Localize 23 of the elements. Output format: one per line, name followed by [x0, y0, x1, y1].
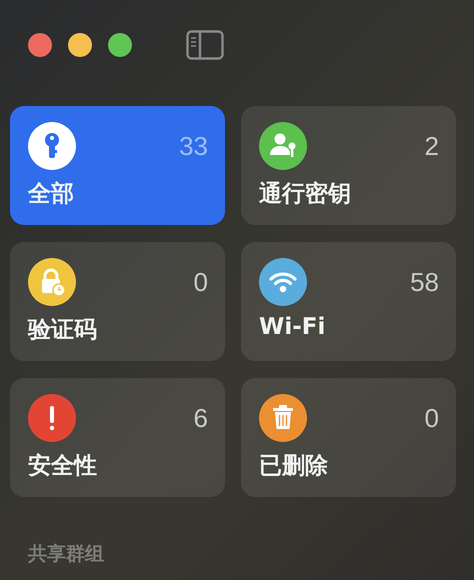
category-tile[interactable]: 6 安全性	[10, 378, 225, 497]
item-count: 58	[410, 266, 439, 298]
category-label: 已删除	[259, 452, 328, 481]
category-tile[interactable]: 0 已删除	[241, 378, 456, 497]
category-label: 验证码	[28, 316, 97, 345]
item-count: 0	[424, 402, 439, 434]
category-tile[interactable]: 58 Wi-Fi	[241, 242, 456, 361]
minimize-button[interactable]	[68, 33, 92, 57]
category-tile[interactable]: 0 验证码	[10, 242, 225, 361]
category-label: 通行密钥	[259, 180, 351, 209]
category-label: Wi-Fi	[259, 314, 326, 340]
item-count: 2	[424, 130, 439, 162]
close-button[interactable]	[28, 33, 52, 57]
item-count: 0	[194, 266, 208, 298]
item-count: 6	[194, 402, 208, 434]
category-label: 安全性	[28, 452, 97, 481]
section-header: 共享群组	[28, 542, 104, 567]
item-count: 33	[179, 130, 208, 162]
category-tile[interactable]: 2 通行密钥	[241, 106, 456, 225]
category-tile[interactable]: 33 全部	[10, 106, 225, 225]
zoom-button[interactable]	[108, 33, 132, 57]
category-label: 全部	[28, 180, 74, 209]
sidebar-toggle-icon[interactable]	[186, 30, 224, 60]
